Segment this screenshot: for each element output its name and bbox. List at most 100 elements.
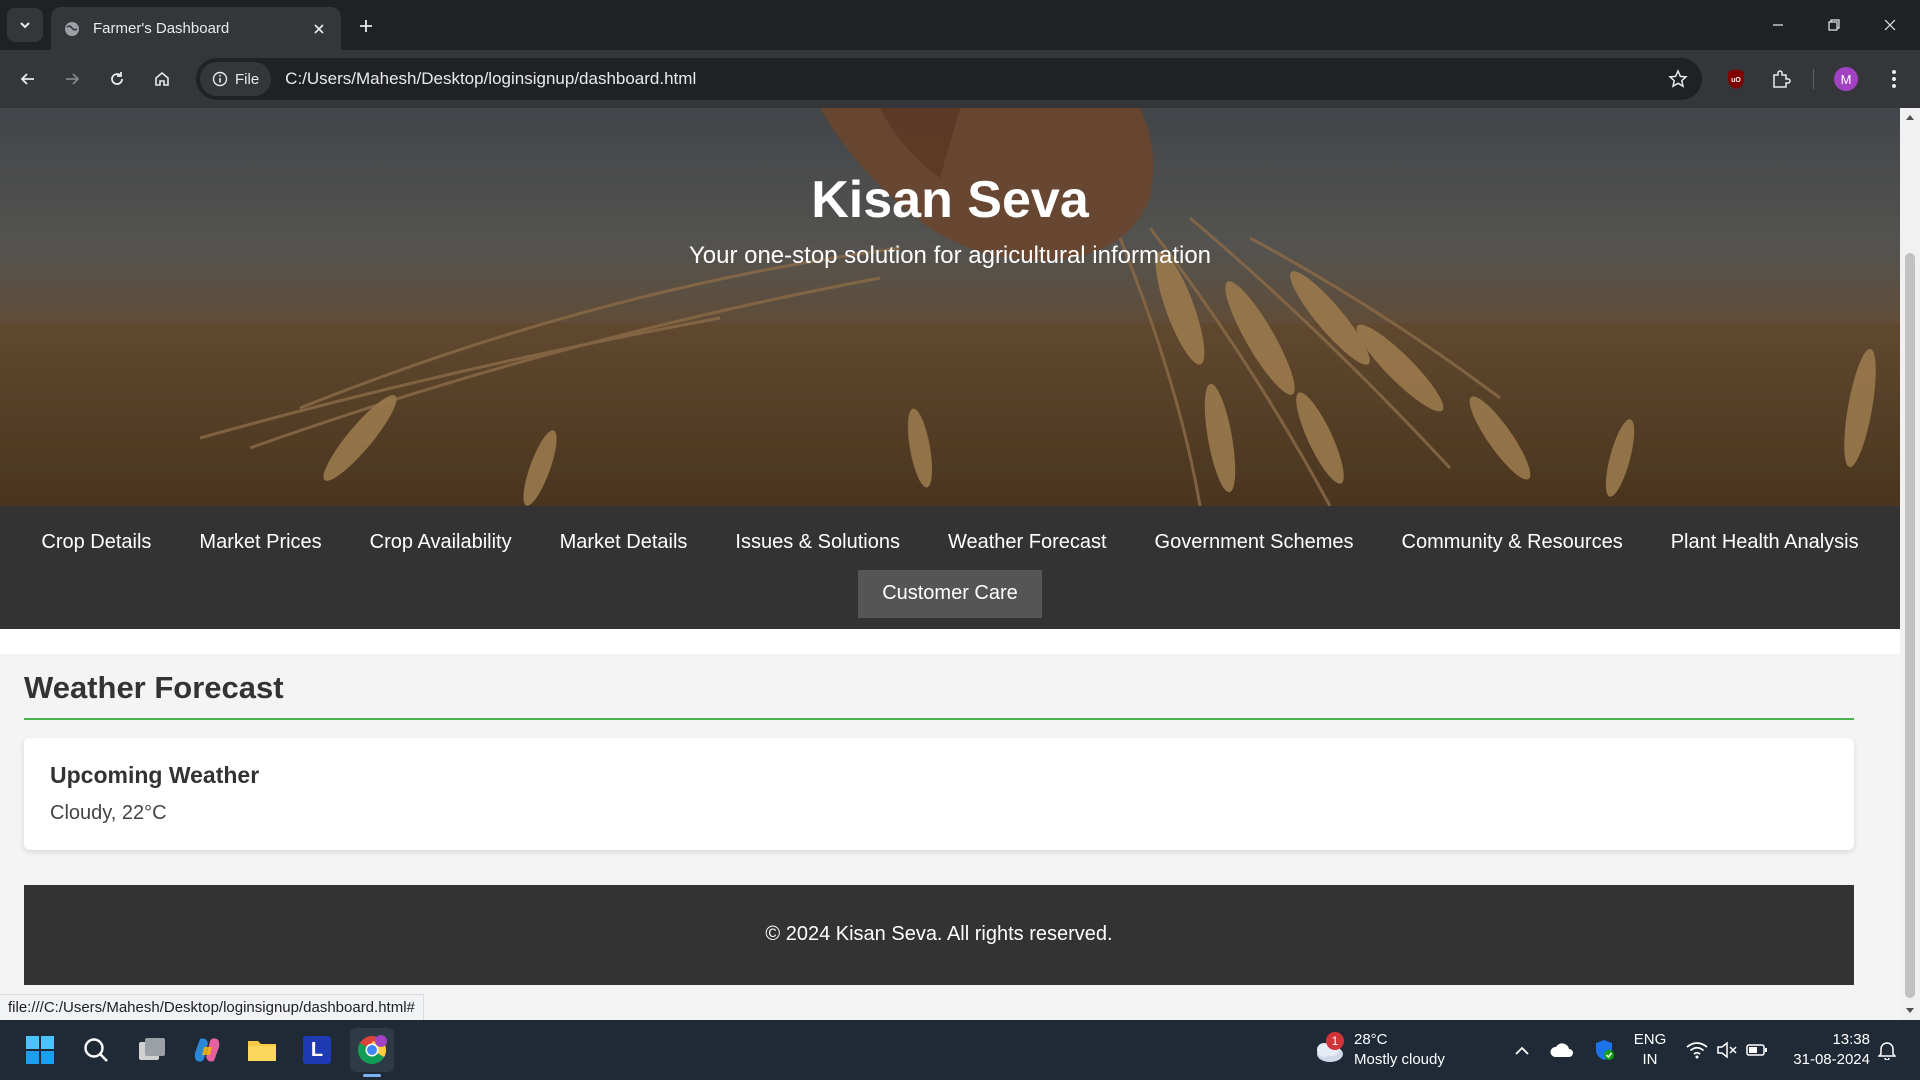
chrome-icon <box>358 1035 387 1064</box>
wifi-button[interactable] <box>1684 1030 1710 1070</box>
cloud-icon: 1 <box>1310 1032 1346 1068</box>
page-footer: © 2024 Kisan Seva. All rights reserved. <box>24 885 1854 985</box>
wifi-icon <box>1686 1042 1708 1059</box>
toolbar-divider <box>1813 69 1814 89</box>
weather-badge: 1 <box>1326 1032 1344 1050</box>
restore-button[interactable] <box>1806 0 1862 50</box>
profile-button[interactable]: M <box>1830 63 1862 95</box>
weather-desc: Mostly cloudy <box>1354 1051 1445 1068</box>
copilot-icon <box>194 1038 220 1062</box>
l-app-button[interactable]: L <box>295 1028 339 1072</box>
minimize-icon <box>1773 24 1783 26</box>
scroll-down-icon[interactable] <box>1905 1006 1915 1016</box>
nav-issues-solutions[interactable]: Issues & Solutions <box>711 519 924 566</box>
puzzle-icon <box>1773 70 1791 88</box>
weather-temp: 28°C <box>1354 1031 1388 1048</box>
nav-customer-care[interactable]: Customer Care <box>858 570 1042 618</box>
bell-icon <box>1878 1042 1896 1060</box>
task-view-button[interactable] <box>130 1028 174 1072</box>
site-info-chip[interactable]: File <box>200 62 272 96</box>
nav-community-resources[interactable]: Community & Resources <box>1378 519 1647 566</box>
url-text[interactable]: C:/Users/Mahesh/Desktop/loginsignup/dash… <box>285 69 1658 89</box>
onedrive-button[interactable] <box>1548 1030 1576 1070</box>
close-icon <box>1884 19 1896 31</box>
volume-button[interactable] <box>1714 1030 1740 1070</box>
avatar: M <box>1834 67 1858 91</box>
show-hidden-icons-button[interactable] <box>1510 1030 1534 1070</box>
ublock-shield-icon: uO <box>1728 69 1744 89</box>
search-icon <box>84 1038 108 1062</box>
browser-tab[interactable]: Farmer's Dashboard <box>51 7 341 50</box>
scrollbar-thumb[interactable] <box>1905 253 1915 998</box>
new-tab-button[interactable] <box>352 12 380 40</box>
wheat-field-image <box>0 108 1900 506</box>
battery-icon <box>1746 1044 1767 1056</box>
bookmark-star-button[interactable] <box>1658 59 1698 99</box>
page-scrollbar[interactable] <box>1900 108 1920 1020</box>
weather-card: Upcoming Weather Cloudy, 22°C <box>24 738 1854 850</box>
section-divider <box>24 718 1854 720</box>
folder-icon <box>248 1041 276 1061</box>
forward-button[interactable] <box>56 63 88 95</box>
reload-button[interactable] <box>101 63 133 95</box>
scroll-up-icon[interactable] <box>1905 112 1915 122</box>
reload-icon <box>111 72 123 85</box>
address-bar[interactable]: File C:/Users/Mahesh/Desktop/loginsignup… <box>196 58 1702 100</box>
browser-toolbar: File C:/Users/Mahesh/Desktop/loginsignup… <box>0 50 1920 108</box>
close-tab-icon[interactable] <box>309 19 329 39</box>
main-navigation: Crop Details Market Prices Crop Availabi… <box>0 506 1900 629</box>
windows-security-button[interactable] <box>1590 1030 1618 1070</box>
weather-card-text: Cloudy, 22°C <box>50 802 167 824</box>
minimize-button[interactable] <box>1750 0 1806 50</box>
home-button[interactable] <box>146 63 178 95</box>
globe-icon <box>63 20 81 38</box>
nav-plant-health-analysis[interactable]: Plant Health Analysis <box>1647 519 1883 566</box>
input-language-indicator[interactable]: ENG IN <box>1628 1030 1672 1070</box>
extensions-button[interactable] <box>1765 63 1797 95</box>
lang-region: IN <box>1642 1051 1658 1068</box>
tab-title: Farmer's Dashboard <box>93 20 230 37</box>
back-button[interactable] <box>12 63 44 95</box>
clock-date: 31-08-2024 <box>1793 1051 1870 1068</box>
nav-crop-availability[interactable]: Crop Availability <box>346 519 536 566</box>
nav-market-details[interactable]: Market Details <box>536 519 712 566</box>
close-window-button[interactable] <box>1862 0 1918 50</box>
chevron-up-icon <box>1515 1046 1529 1055</box>
nav-crop-details[interactable]: Crop Details <box>17 519 175 566</box>
info-icon <box>212 71 228 87</box>
star-icon <box>1668 69 1688 88</box>
site-title: Kisan Seva <box>811 171 1089 229</box>
hero-banner: Kisan Seva Your one-stop solution for ag… <box>0 108 1900 506</box>
ublock-extension-button[interactable]: uO <box>1720 63 1752 95</box>
tab-search-button[interactable] <box>7 8 43 42</box>
chrome-taskbar-button[interactable] <box>350 1028 394 1072</box>
taskbar-weather-widget[interactable]: 1 28°C Mostly cloudy <box>1310 1028 1445 1072</box>
system-clock[interactable]: 13:38 31-08-2024 <box>1780 1030 1870 1070</box>
lang-code: ENG <box>1633 1031 1667 1048</box>
footer-copyright: © 2024 Kisan Seva. All rights reserved. <box>765 923 1113 945</box>
task-view-icon <box>139 1038 165 1060</box>
link-status-bubble: file:///C:/Users/Mahesh/Desktop/loginsig… <box>0 994 424 1020</box>
browser-menu-button[interactable] <box>1878 63 1910 95</box>
security-shield-icon <box>1596 1040 1614 1060</box>
file-explorer-button[interactable] <box>240 1028 284 1072</box>
start-button[interactable] <box>18 1028 62 1072</box>
clock-time: 13:38 <box>1832 1031 1870 1048</box>
kebab-menu-icon <box>1892 70 1896 88</box>
nav-market-prices[interactable]: Market Prices <box>175 519 345 566</box>
arrow-right-icon <box>66 73 80 85</box>
svg-text:uO: uO <box>1731 77 1741 84</box>
active-app-indicator <box>363 1074 381 1077</box>
notifications-button[interactable] <box>1874 1030 1900 1070</box>
nav-row-2: Customer Care <box>0 570 1900 620</box>
windows-logo-icon <box>26 1036 54 1064</box>
nav-weather-forecast[interactable]: Weather Forecast <box>924 519 1131 566</box>
restore-icon <box>1828 19 1840 31</box>
taskbar-search-button[interactable] <box>74 1028 118 1072</box>
nav-government-schemes[interactable]: Government Schemes <box>1131 519 1378 566</box>
section-title: Weather Forecast <box>24 670 284 705</box>
battery-button[interactable] <box>1744 1030 1770 1070</box>
page-viewport: Kisan Seva Your one-stop solution for ag… <box>0 108 1900 1020</box>
copilot-button[interactable] <box>185 1028 229 1072</box>
file-chip-label: File <box>235 70 260 88</box>
